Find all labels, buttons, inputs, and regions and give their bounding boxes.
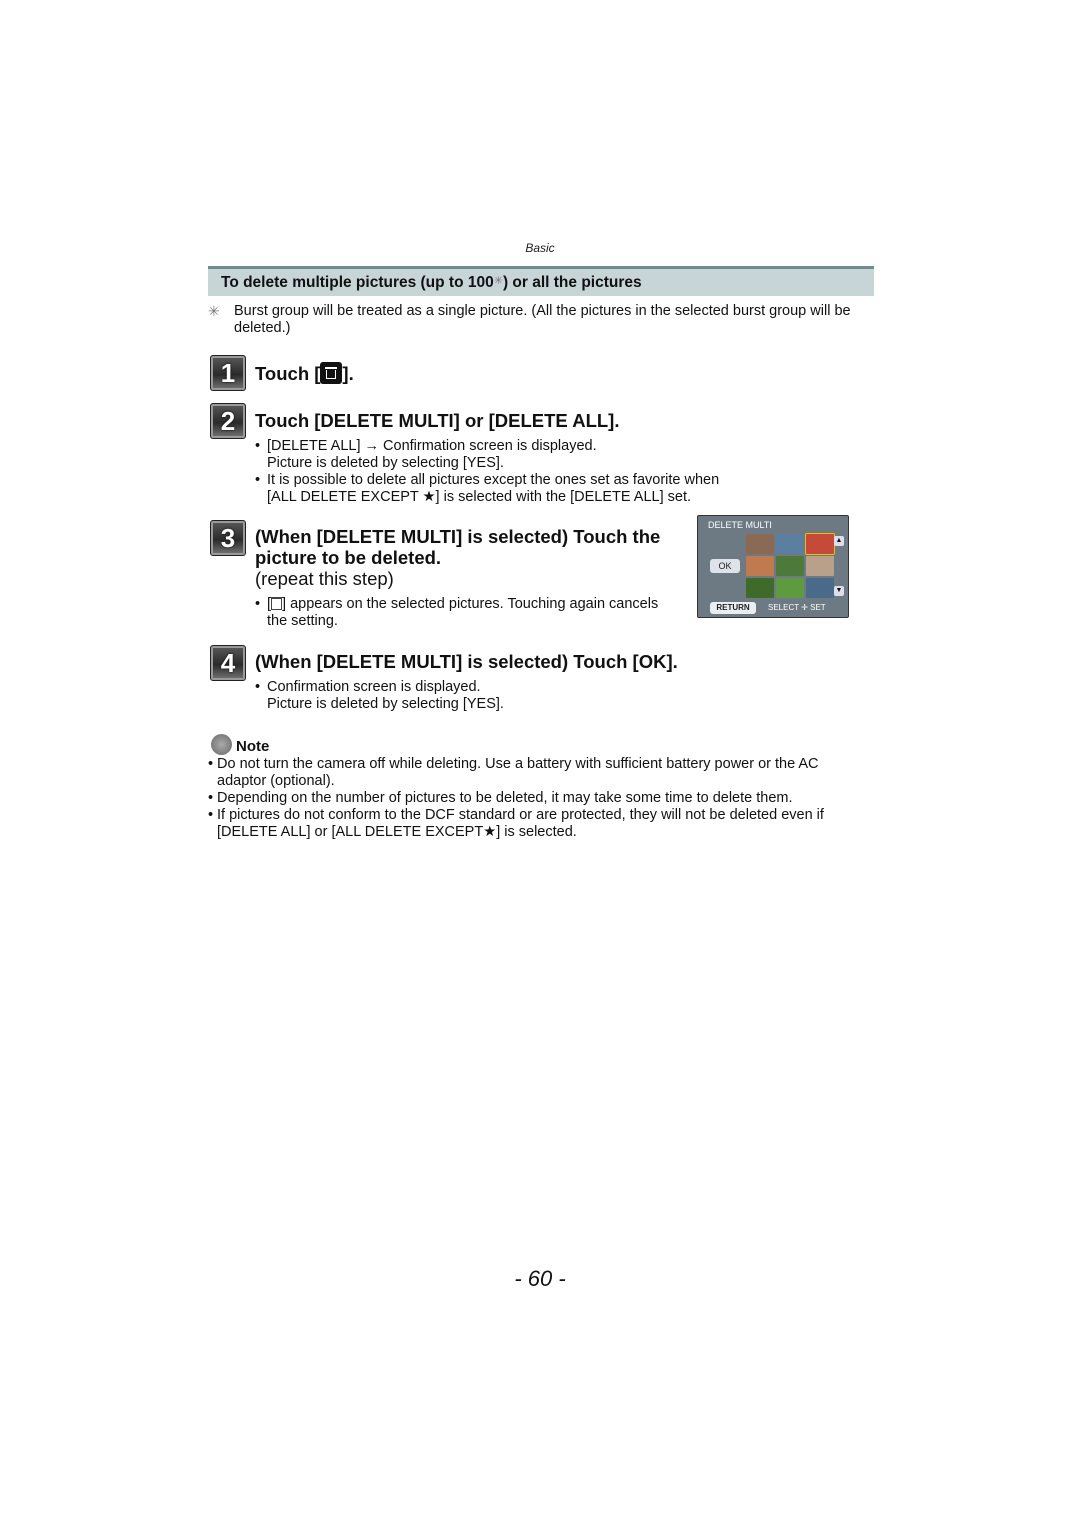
step-3-subtitle: (repeat this step) <box>255 568 394 589</box>
step-1-title: Touch []. <box>255 362 354 384</box>
section-header: To delete multiple pictures (up to 100✳)… <box>208 266 874 296</box>
thumbnail <box>746 556 774 576</box>
asterisk-icon: ✳ <box>208 303 220 319</box>
thumbnail <box>806 578 834 598</box>
list-item: Do not turn the camera off while deletin… <box>208 756 878 790</box>
step-3-title: (When [DELETE MULTI] is selected) Touch … <box>255 526 661 589</box>
thumbnail <box>776 578 804 598</box>
camera-screen-title: DELETE MULTI <box>708 520 772 530</box>
thumbnail-grid <box>746 533 835 598</box>
thumbnail <box>776 534 804 554</box>
step-2-title: Touch [DELETE MULTI] or [DELETE ALL]. <box>255 410 620 431</box>
note-list: Do not turn the camera off while deletin… <box>208 756 878 841</box>
page-number: - 60 - <box>514 1266 566 1291</box>
trash-icon <box>271 597 283 610</box>
step-1-badge: 1 <box>210 355 246 391</box>
scroll-down-icon: ▼ <box>834 586 844 596</box>
section-label: Basic <box>525 241 555 255</box>
thumbnail <box>805 533 835 555</box>
return-button: RETURN <box>710 602 756 614</box>
thumbnail <box>776 556 804 576</box>
thumbnail <box>806 556 834 576</box>
list-item: Confirmation screen is displayed.Picture… <box>255 679 504 713</box>
thumbnail <box>746 578 774 598</box>
camera-screen-illustration: DELETE MULTI OK ▲ ▼ RETURN SELECT ✛ SET <box>697 515 849 618</box>
list-item: [DELETE ALL] → Confirmation screen is di… <box>255 438 719 472</box>
list-item: [] appears on the selected pictures. Tou… <box>255 596 658 630</box>
scroll-up-icon: ▲ <box>834 536 844 546</box>
list-item: It is possible to delete all pictures ex… <box>255 472 719 506</box>
thumbnail <box>746 534 774 554</box>
step-4-title: (When [DELETE MULTI] is selected) Touch … <box>255 651 678 672</box>
note-pencil-icon <box>211 734 232 755</box>
step-4-badge: 4 <box>210 645 246 681</box>
note-label: Note <box>236 738 270 755</box>
step-2-bullets: [DELETE ALL] → Confirmation screen is di… <box>255 438 719 506</box>
footnote: ✳ Burst group will be treated as a singl… <box>208 303 851 336</box>
section-header-title: To delete multiple pictures (up to 100✳)… <box>221 274 642 291</box>
trash-icon <box>320 362 343 384</box>
step-3-bullets: [] appears on the selected pictures. Tou… <box>255 596 658 630</box>
step-3-badge: 3 <box>210 520 246 556</box>
ok-button: OK <box>710 559 740 573</box>
list-item: Depending on the number of pictures to b… <box>208 790 878 807</box>
step-4-bullets: Confirmation screen is displayed.Picture… <box>255 679 504 713</box>
list-item: If pictures do not conform to the DCF st… <box>208 807 878 841</box>
select-set-hint: SELECT ✛ SET <box>768 603 826 612</box>
step-2-badge: 2 <box>210 403 246 439</box>
